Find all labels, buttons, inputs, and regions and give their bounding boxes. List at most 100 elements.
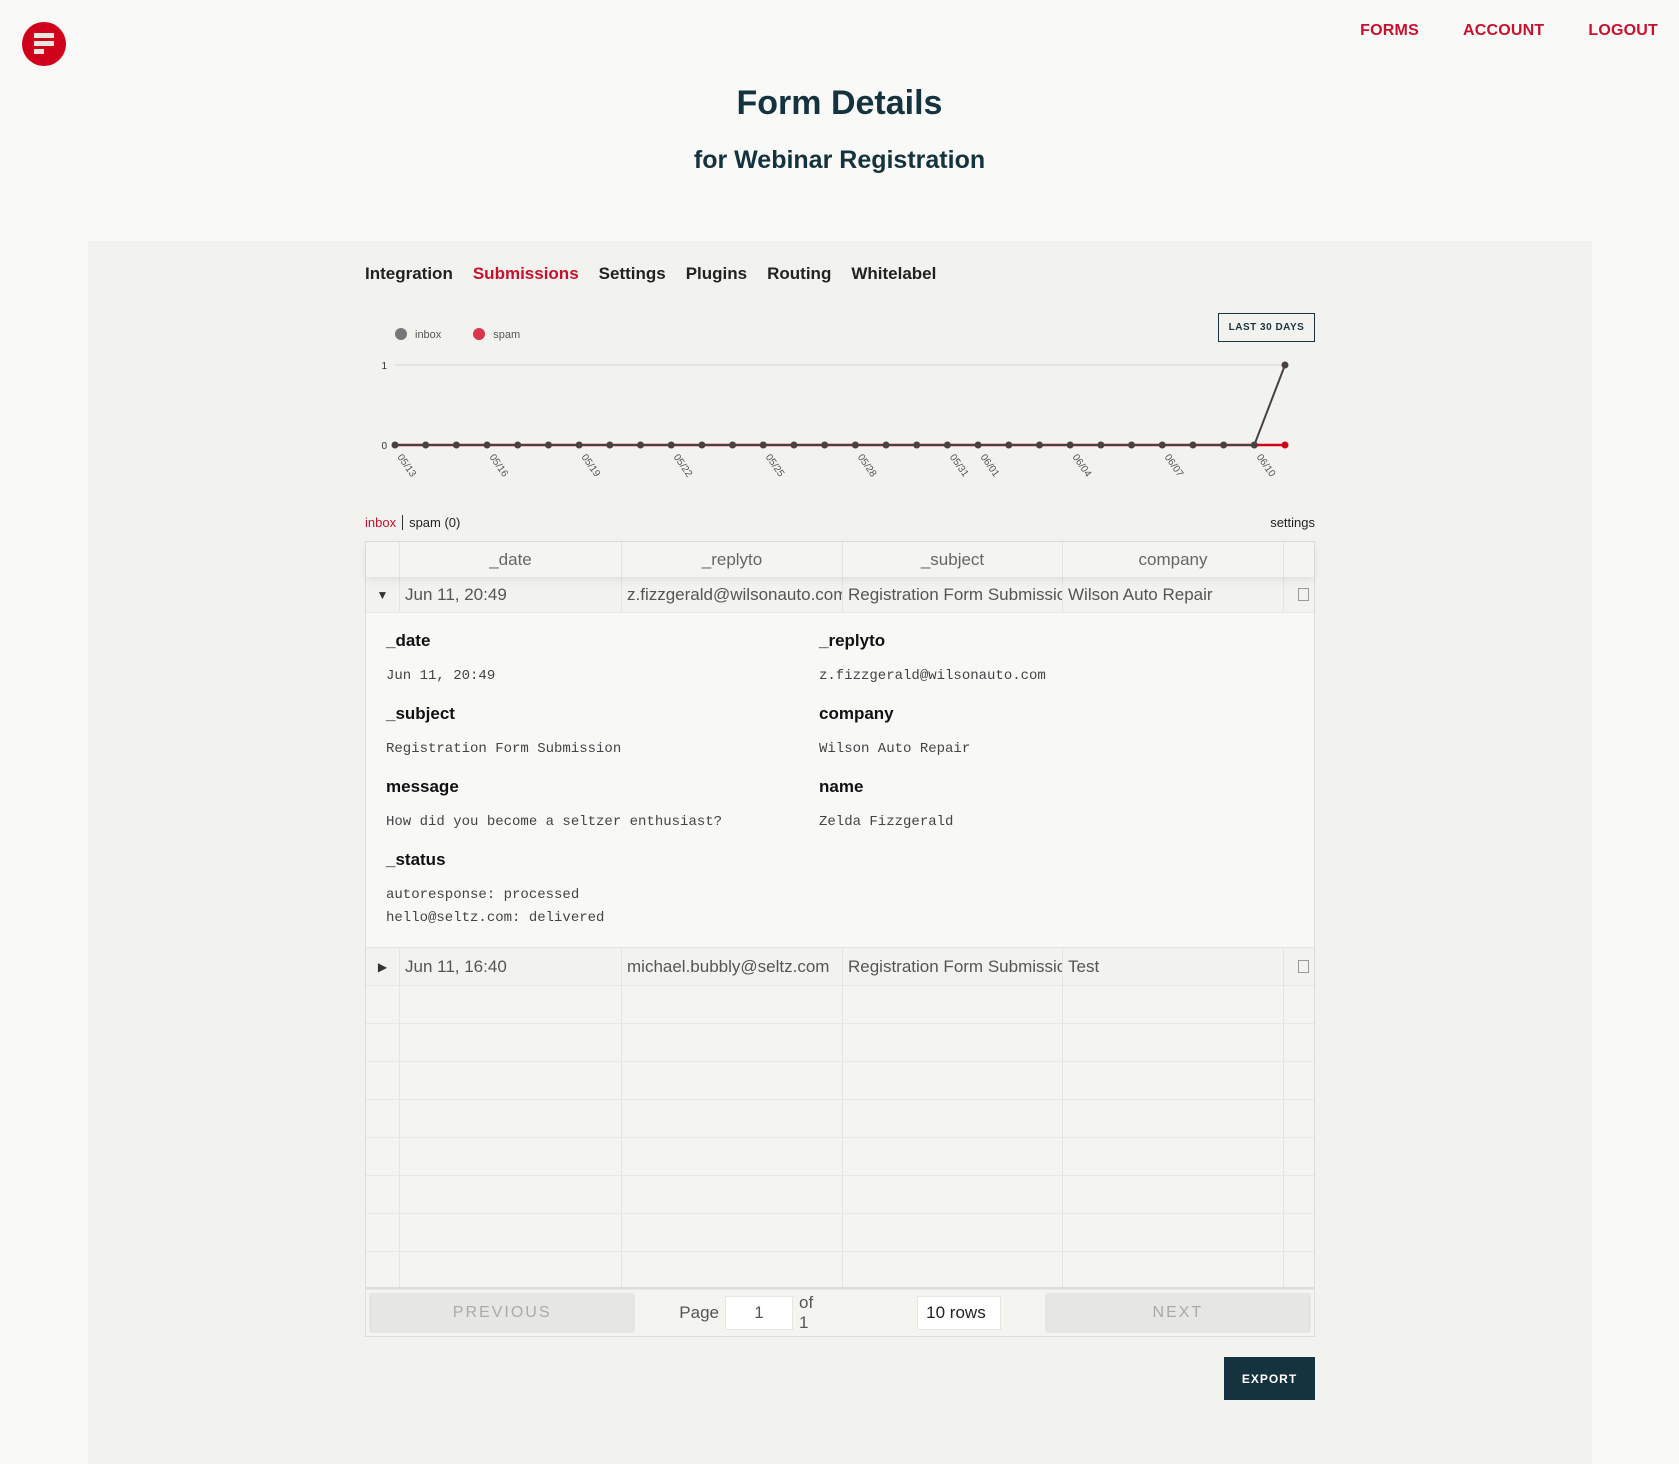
submissions-chart: 0 1 05/13 05/16 05/19 05/22 05/25 05/28 05/31 06/…: [381, 361, 1289, 480]
column-replyto[interactable]: _replyto: [622, 542, 843, 577]
x-tick-label: 05/25: [763, 452, 787, 479]
empty-cell: [622, 1214, 843, 1251]
inbox-point: [1220, 441, 1228, 449]
nav-logout[interactable]: LOGOUT: [1588, 22, 1658, 40]
page-total: of 1: [799, 1292, 814, 1332]
tab-settings[interactable]: Settings: [599, 264, 666, 284]
nav-account[interactable]: ACCOUNT: [1463, 22, 1544, 40]
inbox-point: [1189, 441, 1197, 449]
empty-cell: [366, 986, 400, 1023]
date-range-button[interactable]: LAST 30 DAYS: [1218, 313, 1315, 342]
field-value: Wilson Auto Repair: [819, 741, 971, 757]
legend-inbox-label: inbox: [415, 329, 442, 341]
legend-spam-label: spam: [493, 329, 521, 341]
inbox-point: [913, 441, 921, 449]
next-button[interactable]: NEXT: [1044, 1292, 1311, 1333]
cell-date: Jun 11, 16:40: [400, 948, 622, 985]
empty-cell: [843, 1138, 1063, 1175]
table-row[interactable]: ▶ Jun 11, 16:40 michael.bubbly@seltz.com…: [366, 948, 1314, 986]
table-row[interactable]: ▼ Jun 11, 20:49 z.fizzgerald@wilsonauto.…: [366, 577, 1314, 613]
cell-company: Test: [1063, 948, 1284, 985]
empty-cell: [843, 1024, 1063, 1061]
inbox-point: [422, 441, 430, 449]
empty-cell: [1063, 1062, 1284, 1099]
tab-plugins[interactable]: Plugins: [686, 264, 747, 284]
inbox-point: [1281, 361, 1289, 369]
spam-dot-icon: [473, 328, 486, 340]
field-label: _replyto: [819, 631, 886, 650]
empty-cell: [366, 1062, 400, 1099]
empty-cell: [1063, 1100, 1284, 1137]
field-label: _date: [386, 631, 431, 650]
x-tick-label: 06/10: [1254, 452, 1278, 479]
spam-link[interactable]: spam (0): [409, 515, 460, 530]
caret-down-icon[interactable]: ▼: [366, 577, 400, 612]
inbox-point: [1066, 441, 1074, 449]
field-value: Registration Form Submission: [386, 741, 622, 757]
column-date[interactable]: _date: [400, 542, 622, 577]
empty-cell: [1284, 1214, 1314, 1251]
x-tick-label: 05/22: [671, 452, 695, 479]
nav-forms[interactable]: FORMS: [1360, 22, 1419, 40]
detail-company: company Wilson Auto Repair: [819, 704, 970, 761]
empty-cell: [366, 1252, 400, 1289]
tab-routing[interactable]: Routing: [767, 264, 831, 284]
x-tick-label: 05/19: [579, 452, 603, 479]
page-input[interactable]: [725, 1295, 793, 1330]
page-title: Form Details: [736, 84, 943, 122]
column-subject[interactable]: _subject: [843, 542, 1063, 577]
field-value: z.fizzgerald@wilsonauto.com: [819, 668, 1046, 684]
caret-right-icon[interactable]: ▶: [366, 948, 400, 985]
column-company[interactable]: company: [1063, 542, 1284, 577]
pagination: PREVIOUS Page of 1 10 rows NEXT: [366, 1287, 1314, 1336]
tab-whitelabel[interactable]: Whitelabel: [851, 264, 936, 284]
detail-subject: _subject Registration Form Submission: [386, 704, 621, 761]
empty-cell: [622, 1138, 843, 1175]
inbox-point: [882, 441, 890, 449]
empty-row: [366, 1138, 1314, 1176]
row-checkbox[interactable]: [1298, 588, 1309, 601]
empty-cell: [366, 1214, 400, 1251]
tab-integration[interactable]: Integration: [365, 264, 453, 284]
empty-cell: [622, 1024, 843, 1061]
previous-button[interactable]: PREVIOUS: [369, 1292, 636, 1333]
empty-cell: [400, 1138, 622, 1175]
empty-cell: [400, 1024, 622, 1061]
rows-per-page-select[interactable]: 10 rows: [917, 1295, 1001, 1330]
empty-cell: [843, 986, 1063, 1023]
inbox-point: [1035, 441, 1043, 449]
table-settings-link[interactable]: settings: [1270, 515, 1315, 530]
x-tick-label: 05/13: [395, 452, 419, 479]
cell-subject: Registration Form Submission: [843, 577, 1063, 612]
inbox-point: [790, 441, 798, 449]
inbox-point: [1005, 441, 1013, 449]
inbox-point: [544, 441, 552, 449]
tab-submissions[interactable]: Submissions: [473, 264, 579, 284]
cell-replyto: michael.bubbly@seltz.com: [622, 948, 843, 985]
inbox-link[interactable]: inbox: [365, 515, 404, 530]
field-value: Jun 11, 20:49: [386, 668, 496, 684]
empty-cell: [400, 986, 622, 1023]
inbox-point: [943, 441, 951, 449]
empty-row: [366, 1214, 1314, 1252]
submission-detail: _date Jun 11, 20:49 _replyto z.fizzgerald@…: [366, 613, 1314, 948]
inbox-dot-icon: [395, 328, 407, 340]
export-button[interactable]: EXPORT: [1224, 1357, 1315, 1400]
cell-replyto: z.fizzgerald@wilsonauto.com: [622, 577, 843, 612]
empty-row: [366, 1024, 1314, 1062]
logo[interactable]: [22, 22, 66, 66]
empty-cell: [843, 1176, 1063, 1213]
empty-cell: [1063, 986, 1284, 1023]
detail-message: message How did you become a seltzer enth…: [386, 777, 722, 834]
detail-date: _date Jun 11, 20:49: [386, 631, 495, 688]
x-tick-label: 06/01: [978, 452, 1002, 479]
inbox-point: [974, 441, 982, 449]
inbox-point: [698, 441, 706, 449]
submission-filter: inbox spam (0) settings: [365, 515, 1315, 530]
y-tick-label: 0: [381, 441, 387, 452]
empty-row: [366, 986, 1314, 1024]
legend-inbox[interactable]: inbox: [395, 328, 441, 341]
legend-spam[interactable]: spam: [473, 328, 520, 341]
row-checkbox[interactable]: [1298, 960, 1309, 973]
empty-cell: [1284, 1024, 1314, 1061]
